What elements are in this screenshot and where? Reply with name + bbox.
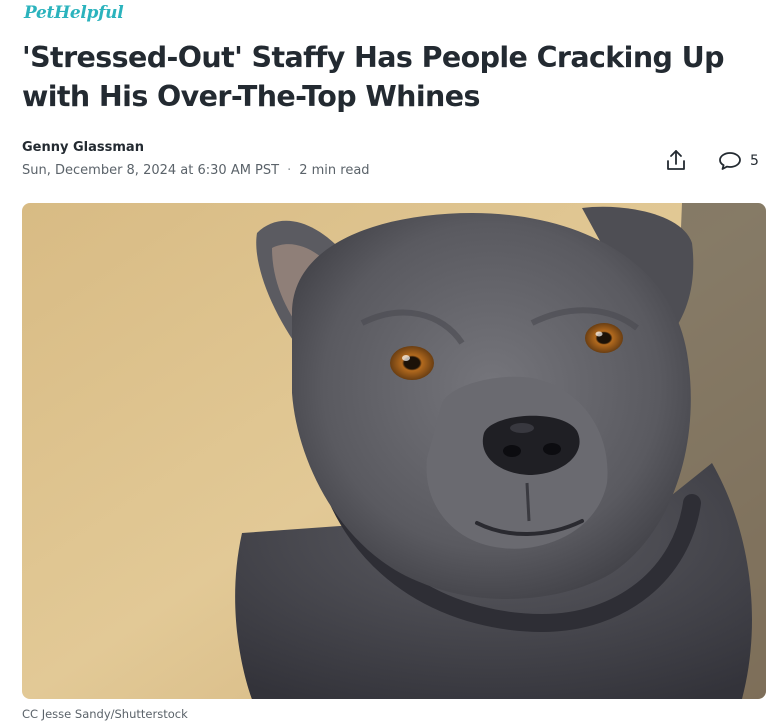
share-icon [667,150,685,170]
publish-date: Sun, December 8, 2024 at 6:30 AM PST [22,163,280,178]
author-name[interactable]: Genny Glassman [22,140,144,155]
image-caption: CC Jesse Sandy/Shutterstock [22,707,188,721]
read-time: 2 min read [299,163,370,178]
article-headline: 'Stressed-Out' Staffy Has People Crackin… [22,41,725,113]
comment-count: 5 [750,153,759,169]
meta-separator: · [287,163,292,178]
article-image [22,203,766,699]
share-button[interactable] [664,148,688,172]
site-logo[interactable]: PetHelpful [24,3,124,23]
article-meta: Sun, December 8, 2024 at 6:30 AM PST · 2… [22,163,370,178]
comments-button[interactable]: 5 [718,150,759,172]
comment-icon [719,152,741,170]
